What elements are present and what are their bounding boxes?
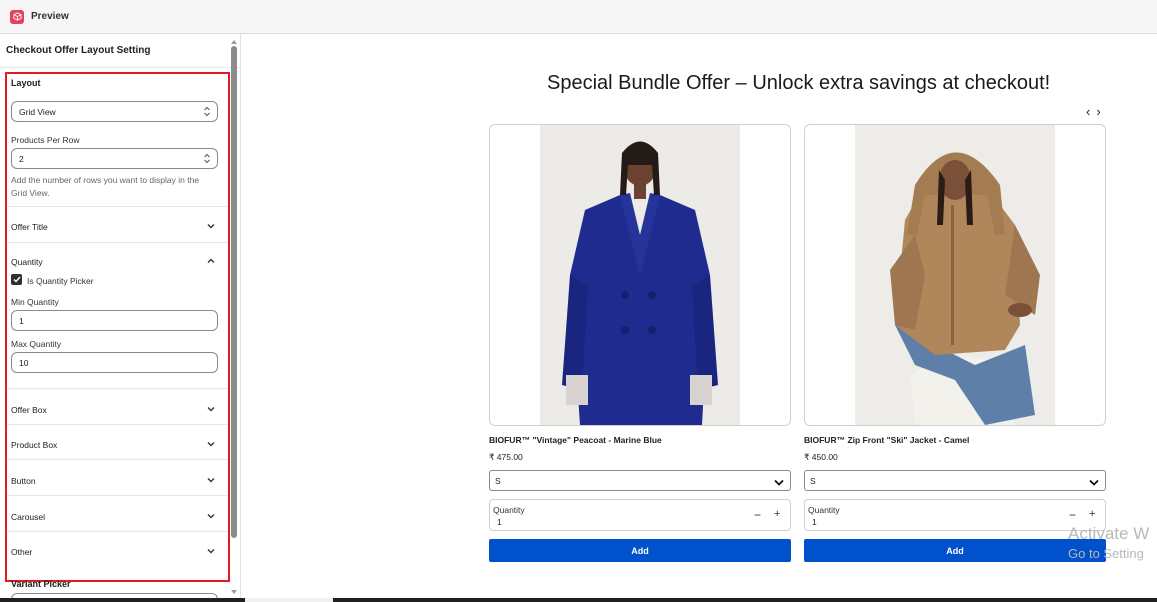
accordion-carousel[interactable]: Carousel xyxy=(11,512,45,522)
quantity-plus-button[interactable]: + xyxy=(774,508,780,520)
chevron-down-icon[interactable] xyxy=(207,513,215,519)
divider xyxy=(5,242,228,243)
add-button[interactable]: Add xyxy=(489,539,791,562)
per-row-stepper[interactable]: 2 xyxy=(11,148,218,169)
activation-watermark: Activate W Go to Setting xyxy=(1068,524,1149,561)
window-titlebar: Preview xyxy=(0,0,1157,34)
quantity-label: Quantity xyxy=(493,505,525,515)
chevron-right-icon[interactable]: › xyxy=(1096,104,1100,119)
max-quantity-value: 10 xyxy=(19,357,29,368)
min-quantity-label: Min Quantity xyxy=(11,297,59,307)
carousel-nav: ‹ › xyxy=(1086,104,1101,119)
product-name[interactable]: BIOFUR™ Zip Front "Ski" Jacket - Camel xyxy=(804,435,969,445)
product-image-frame[interactable] xyxy=(489,124,791,426)
per-row-value: 2 xyxy=(19,153,24,164)
chevron-down-icon[interactable] xyxy=(207,223,215,229)
quantity-picker-checkbox[interactable] xyxy=(11,274,22,285)
product-price: ₹ 475.00 xyxy=(489,452,523,462)
accordion-button[interactable]: Button xyxy=(11,476,36,486)
checkmark-icon xyxy=(13,276,21,283)
scroll-thumb[interactable] xyxy=(231,46,237,538)
quantity-minus-button[interactable]: − xyxy=(754,508,761,522)
quantity-picker: Quantity 1 − + xyxy=(804,499,1106,531)
view-type-value: Grid View xyxy=(19,106,56,117)
settings-sidebar: Checkout Offer Layout Setting Layout Gri… xyxy=(0,34,241,602)
accordion-quantity[interactable]: Quantity xyxy=(11,257,43,267)
variant-select-value: S xyxy=(810,475,816,486)
variant-select[interactable]: S xyxy=(804,470,1106,491)
quantity-picker-label[interactable]: Is Quantity Picker xyxy=(27,276,94,286)
divider xyxy=(5,206,228,207)
layout-section-label: Layout xyxy=(11,78,41,88)
quantity-minus-button[interactable]: − xyxy=(1069,508,1076,522)
divider xyxy=(5,388,228,389)
accordion-product-box[interactable]: Product Box xyxy=(11,440,57,450)
min-quantity-input[interactable]: 1 xyxy=(11,310,218,331)
max-quantity-label: Max Quantity xyxy=(11,339,62,349)
quantity-plus-button[interactable]: + xyxy=(1089,508,1095,520)
divider xyxy=(5,495,228,496)
view-type-select[interactable]: Grid View xyxy=(11,101,218,122)
quantity-picker: Quantity 1 − + xyxy=(489,499,791,531)
taskbar-gap xyxy=(245,598,333,602)
window-title: Preview xyxy=(31,11,69,22)
chevron-down-icon xyxy=(1089,478,1099,488)
accordion-offer-box[interactable]: Offer Box xyxy=(11,405,47,415)
offer-preview: Special Bundle Offer – Unlock extra savi… xyxy=(241,34,1157,602)
watermark-line-1: Activate W xyxy=(1068,524,1150,543)
product-name[interactable]: BIOFUR™ "Vintage" Peacoat - Marine Blue xyxy=(489,435,662,445)
chevron-down-icon xyxy=(774,478,784,488)
quantity-value[interactable]: 1 xyxy=(812,517,817,527)
chevron-up-icon[interactable] xyxy=(207,258,215,264)
product-photo-peacoat[interactable] xyxy=(540,125,740,425)
min-quantity-value: 1 xyxy=(19,315,24,326)
quantity-value[interactable]: 1 xyxy=(497,517,502,527)
taskbar-strip xyxy=(0,598,1157,602)
accordion-other[interactable]: Other xyxy=(11,547,32,557)
accordion-offer-title[interactable]: Offer Title xyxy=(11,222,48,232)
product-photo-ski-jacket[interactable] xyxy=(855,125,1055,425)
product-image-frame[interactable] xyxy=(804,124,1106,426)
per-row-label: Products Per Row xyxy=(11,135,80,145)
variant-picker-label: Variant Picker xyxy=(11,579,71,589)
sidebar-header: Checkout Offer Layout Setting xyxy=(0,34,240,68)
divider xyxy=(5,459,228,460)
chevron-down-icon[interactable] xyxy=(207,441,215,447)
quantity-label: Quantity xyxy=(808,505,840,515)
scroll-up-arrow-icon[interactable] xyxy=(231,40,237,44)
product-price: ₹ 450.00 xyxy=(804,452,838,462)
stepper-updown-icon[interactable] xyxy=(204,153,210,164)
per-row-help-text: Add the number of rows you want to displ… xyxy=(11,175,200,198)
watermark-line-2: Go to Setting xyxy=(1068,546,1144,561)
chevron-left-icon[interactable]: ‹ xyxy=(1086,104,1090,119)
select-updown-icon xyxy=(204,106,210,117)
app-cube-icon xyxy=(10,9,24,24)
variant-select-value: S xyxy=(495,475,501,486)
divider xyxy=(5,424,228,425)
divider xyxy=(5,531,228,532)
chevron-down-icon[interactable] xyxy=(207,477,215,483)
offer-heading: Special Bundle Offer – Unlock extra savi… xyxy=(547,72,1051,94)
max-quantity-input[interactable]: 10 xyxy=(11,352,218,373)
sidebar-scrollbar[interactable] xyxy=(230,40,238,600)
scroll-down-arrow-icon[interactable] xyxy=(231,590,237,594)
chevron-down-icon[interactable] xyxy=(207,406,215,412)
variant-select[interactable]: S xyxy=(489,470,791,491)
add-button[interactable]: Add xyxy=(804,539,1106,562)
chevron-down-icon[interactable] xyxy=(207,548,215,554)
